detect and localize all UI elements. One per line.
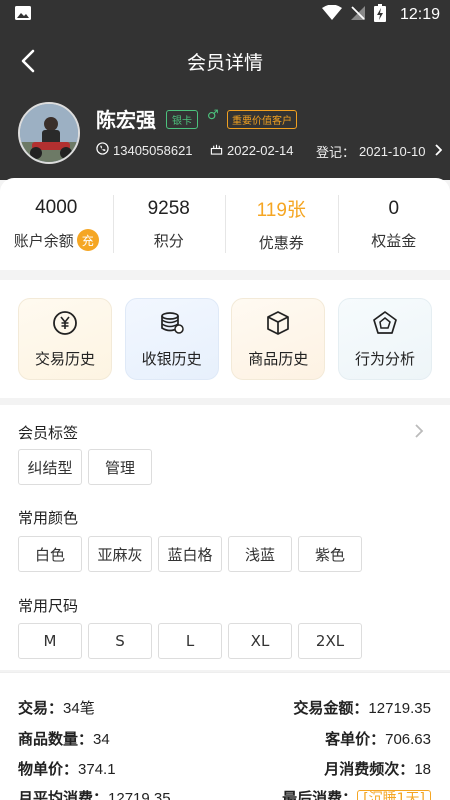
color-chip[interactable]: 紫色 — [298, 536, 362, 572]
member-tag-chip[interactable]: 纠结型 — [18, 449, 82, 485]
member-tags-title: 会员标签 — [18, 424, 79, 442]
size-chip[interactable]: S — [88, 623, 152, 659]
phone-icon — [96, 142, 109, 158]
monthly-average-value: 12719.35 — [108, 790, 171, 800]
cashier-history-label: 收银历史 — [141, 349, 202, 368]
monthly-frequency-label: 月消费频次： — [324, 760, 415, 778]
stat-coupons[interactable]: 119张 优惠券 — [225, 189, 338, 259]
per-customer-label: 客单价： — [325, 730, 386, 748]
behavior-analysis-button[interactable]: 行为分析 — [337, 298, 432, 380]
birthday-date: 2022-02-14 — [227, 142, 294, 158]
trade-amount-value: 12719.35 — [368, 700, 431, 717]
color-chip[interactable]: 浅蓝 — [228, 536, 292, 572]
register-info[interactable]: 登记： 2021-10-10 — [316, 142, 442, 161]
size-chip[interactable]: L — [158, 623, 222, 659]
product-history-button[interactable]: 商品历史 — [231, 298, 326, 380]
yen-circle-icon — [52, 310, 78, 340]
cashier-history-button[interactable]: 收银历史 — [124, 298, 219, 380]
header-area: 12:19 会员详情 陈宏强 银卡 ♂ 重要价值客户 13405058621 2… — [0, 0, 450, 180]
gender-male-icon: ♂ — [207, 108, 219, 123]
sizes-list: M S L XL 2XL — [18, 623, 362, 659]
wifi-icon — [321, 4, 342, 25]
phone-number: 13405058621 — [113, 142, 193, 158]
stat-points[interactable]: 9258 积分 — [112, 189, 226, 259]
quantity-value: 34 — [93, 731, 110, 748]
balance-label: 账户余额 — [13, 231, 74, 250]
coin-stack-icon — [159, 310, 185, 340]
consumption-summary: 交易：34笔 交易金额：12719.35 商品数量：34 客单价：706.63 … — [0, 672, 450, 800]
sizes-title: 常用尺码 — [18, 597, 79, 615]
register-label: 登记： — [316, 145, 356, 160]
product-history-label: 商品历史 — [248, 349, 309, 368]
member-tags-list: 纠结型 管理 — [18, 449, 152, 485]
status-bar: 12:19 — [0, 0, 450, 30]
member-tag-chip[interactable]: 管理 — [88, 449, 152, 485]
points-label: 积分 — [153, 231, 184, 250]
member-name: 陈宏强 — [96, 108, 156, 132]
summary-row: 交易：34笔 交易金额：12719.35 — [18, 697, 431, 718]
page-title: 会员详情 — [186, 51, 263, 74]
back-arrow-icon[interactable] — [18, 48, 42, 74]
equity-value: 0 — [388, 197, 400, 219]
equity-label: 权益金 — [371, 231, 417, 250]
trade-history-label: 交易历史 — [34, 349, 95, 368]
card-level-badge: 银卡 — [166, 110, 198, 129]
colors-title: 常用颜色 — [18, 509, 79, 527]
clock: 12:19 — [399, 6, 440, 23]
summary-row: 物单价：374.1 月消费频次：18 — [18, 758, 431, 779]
phone-info[interactable]: 13405058621 — [96, 142, 193, 158]
balance-value: 4000 — [35, 197, 78, 218]
birthday-info: 2022-02-14 — [210, 142, 294, 158]
last-consumption-label: 最后消费： — [282, 789, 358, 800]
avatar[interactable] — [18, 102, 80, 164]
color-chip[interactable]: 白色 — [18, 536, 82, 572]
coupons-value: 119张 — [256, 200, 306, 221]
summary-row: 商品数量：34 客单价：706.63 — [18, 728, 431, 749]
no-signal-icon — [350, 5, 366, 25]
pentagon-icon — [372, 310, 398, 340]
trade-history-button[interactable]: 交易历史 — [18, 298, 112, 380]
recharge-button[interactable]: 充 — [76, 229, 99, 251]
member-tags-more-icon[interactable] — [414, 423, 424, 438]
colors-list: 白色 亚麻灰 蓝白格 浅蓝 紫色 — [18, 536, 362, 572]
color-chip[interactable]: 蓝白格 — [158, 536, 222, 572]
member-preferences: 会员标签 纠结型 管理 常用颜色 白色 亚麻灰 蓝白格 浅蓝 紫色 常用尺码 M… — [0, 405, 450, 670]
nav-bar: 会员详情 — [0, 30, 450, 92]
stat-equity[interactable]: 0 权益金 — [337, 189, 450, 259]
stats-card: 4000 账户余额 充 9258 积分 119张 优惠券 0 权益金 — [0, 178, 450, 270]
per-item-label: 物单价： — [18, 760, 79, 778]
chevron-right-icon — [434, 144, 442, 159]
trade-count-value: 34笔 — [63, 700, 95, 717]
register-date: 2021-10-10 — [359, 144, 426, 159]
summary-row: 月平均消费：12719.35 最后消费： [沉睡1天] — [18, 787, 431, 800]
customer-type-badge: 重要价值客户 — [227, 110, 297, 129]
points-value: 9258 — [147, 197, 190, 219]
quick-actions: 交易历史 收银历史 商品历史 行为分析 — [0, 280, 450, 398]
box-icon — [265, 310, 291, 340]
size-chip[interactable]: 2XL — [298, 623, 362, 659]
per-customer-value: 706.63 — [385, 731, 431, 748]
battery-charging-icon — [373, 4, 386, 26]
trade-amount-label: 交易金额： — [293, 699, 369, 717]
member-profile: 陈宏强 银卡 ♂ 重要价值客户 13405058621 2022-02-14 登… — [0, 92, 450, 180]
coupons-label: 优惠券 — [258, 234, 304, 252]
monthly-average-label: 月平均消费： — [18, 789, 109, 800]
size-chip[interactable]: M — [18, 623, 82, 659]
stat-balance[interactable]: 4000 账户余额 充 — [0, 189, 113, 259]
sleep-status-badge: [沉睡1天] — [357, 790, 431, 800]
quantity-label: 商品数量： — [18, 730, 94, 748]
trade-count-label: 交易： — [18, 699, 64, 717]
cake-icon — [210, 142, 223, 158]
per-item-value: 374.1 — [78, 761, 116, 778]
color-chip[interactable]: 亚麻灰 — [88, 536, 152, 572]
size-chip[interactable]: XL — [228, 623, 292, 659]
behavior-analysis-label: 行为分析 — [354, 349, 415, 368]
gallery-notification-icon — [14, 5, 32, 25]
monthly-frequency-value: 18 — [414, 761, 431, 778]
